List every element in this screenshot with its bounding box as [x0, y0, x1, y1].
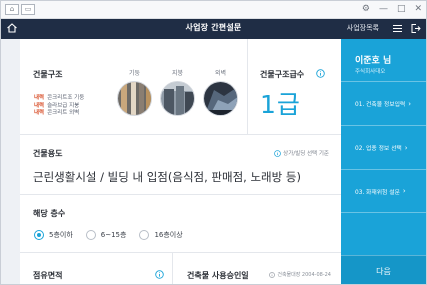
- wall-photo[interactable]: [203, 81, 238, 116]
- approval-date-text: 건축물대장 2004-08-24: [277, 272, 331, 278]
- info-icon: [269, 271, 276, 278]
- column-photo[interactable]: [117, 81, 152, 116]
- structure-section: 건물구조 내력 콘크리트조 기둥 내력 슬라브급 지붕 내력 콘크리트 외벽 기둥: [20, 39, 248, 135]
- radio-label: 6~15층: [100, 231, 127, 239]
- legend-text: 콘크리트조 기둥: [47, 95, 85, 101]
- approval-section: 건축물 사용승인일 건축물대장 2004-08-24: [173, 253, 341, 284]
- step-label: 03. 화재위험 설문: [355, 189, 400, 196]
- legend-key: 내력: [34, 110, 45, 116]
- radio-dot[interactable]: [85, 230, 96, 240]
- logout-icon[interactable]: [410, 23, 421, 34]
- grade-title: 건물구조급수: [260, 70, 305, 79]
- chevron-right-icon: ›: [402, 187, 406, 195]
- grade-value: 1급: [260, 90, 301, 119]
- usage-value: 근린생활시설 / 빌딩 내 입점(음식점, 판매점, 노래방 등): [33, 170, 301, 184]
- roof-thumb[interactable]: 지붕: [160, 68, 195, 116]
- thumb-caption: 지붕: [171, 70, 184, 77]
- step-list: 01. 건축물 정보입력 › 02. 업종 정보 선택 › 03. 화재위험 설…: [341, 81, 426, 213]
- chevron-right-icon: ›: [404, 143, 408, 152]
- step-label: 02. 업종 정보 선택: [355, 146, 402, 152]
- roof-photo[interactable]: [160, 81, 195, 116]
- settings-icon[interactable]: ⚙: [362, 3, 370, 15]
- radio-label: 5층이하: [49, 231, 73, 239]
- radio-dot[interactable]: [139, 230, 150, 240]
- step-fire-risk[interactable]: 03. 화재위험 설문 ›: [341, 169, 426, 213]
- maximize-icon[interactable]: □: [397, 3, 406, 15]
- usage-hint-text: 상가/빌딩 선택 기준: [283, 151, 329, 157]
- workplace-list-link[interactable]: 사업장목록: [347, 23, 379, 33]
- company-name: 주식회사대오: [355, 69, 386, 75]
- survey-content: 건물구조 내력 콘크리트조 기둥 내력 슬라브급 지붕 내력 콘크리트 외벽 기둥: [20, 39, 341, 284]
- floors-title: 해당 층수: [33, 209, 66, 218]
- thumb-caption: 기둥: [128, 70, 141, 77]
- os-titlebar: ⌂ ▭ ⚙ — □ ✕: [1, 1, 426, 19]
- approval-date: 건축물대장 2004-08-24: [269, 271, 331, 278]
- legend-text: 콘크리트 외벽: [47, 110, 80, 116]
- step-building-info[interactable]: 01. 건축물 정보입력 ›: [341, 81, 426, 125]
- next-button[interactable]: 다음: [341, 255, 426, 284]
- legend-key: 내력: [34, 95, 45, 101]
- grade-section: 건물구조급수 1급: [248, 39, 341, 135]
- step-business-type[interactable]: 02. 업종 정보 선택 ›: [341, 125, 426, 169]
- approval-title: 건축물 사용승인일: [187, 271, 249, 280]
- chevron-right-icon: ›: [408, 99, 412, 108]
- home-window-button[interactable]: ⌂: [5, 4, 19, 15]
- help-icon: [274, 149, 281, 157]
- legend-text: 슬라브급 지붕: [47, 102, 80, 109]
- info-icon[interactable]: [155, 270, 164, 279]
- structure-title: 건물구조: [33, 70, 63, 79]
- usage-section[interactable]: 건물용도 상가/빌딩 선택 기준 근린생활시설 / 빌딩 내 입점(음식점, 판…: [20, 135, 341, 195]
- usage-hint[interactable]: 상가/빌딩 선택 기준: [274, 149, 329, 157]
- progress-sidebar: 이준호 님 주식회사대오 01. 건축물 정보입력 › 02. 업종 정보 선택…: [341, 39, 426, 284]
- menu-icon[interactable]: [392, 23, 403, 34]
- floors-section: 해당 층수 5층이하 6~15층 16층이상: [20, 195, 341, 253]
- minimize-icon[interactable]: —: [379, 3, 388, 15]
- floor-option-6-15[interactable]: 6~15층: [85, 230, 127, 240]
- legend-key: 내력: [34, 102, 45, 109]
- floor-radio-group: 5층이하 6~15층 16층이상: [34, 230, 183, 240]
- wall-thumb[interactable]: 외벽: [203, 68, 238, 116]
- floor-option-5-below[interactable]: 5층이하: [34, 230, 73, 240]
- radio-label: 16층이상: [154, 231, 183, 239]
- close-icon[interactable]: ✕: [414, 3, 422, 15]
- user-name: 이준호 님: [355, 56, 392, 66]
- restore-window-button[interactable]: ▭: [21, 4, 35, 15]
- column-thumb[interactable]: 기둥: [117, 68, 152, 116]
- thumb-caption: 외벽: [214, 70, 227, 77]
- app-header: 사업장 간편설문 사업장목록: [1, 19, 426, 39]
- app-window: ⌂ ▭ ⚙ — □ ✕ 사업장 간편설문 사업장목록 건물구조 내력 콘크리트조 …: [0, 0, 427, 285]
- structure-legend: 내력 콘크리트조 기둥 내력 슬라브급 지붕 내력 콘크리트 외벽: [34, 95, 84, 118]
- floor-option-16-above[interactable]: 16층이상: [139, 230, 183, 240]
- info-icon[interactable]: [316, 69, 325, 78]
- step-label: 01. 건축물 정보입력: [355, 102, 406, 108]
- area-section: 점유면적: [20, 253, 173, 284]
- area-title: 점유면적: [33, 271, 63, 280]
- radio-dot[interactable]: [34, 230, 44, 240]
- usage-title: 건물용도: [33, 149, 63, 158]
